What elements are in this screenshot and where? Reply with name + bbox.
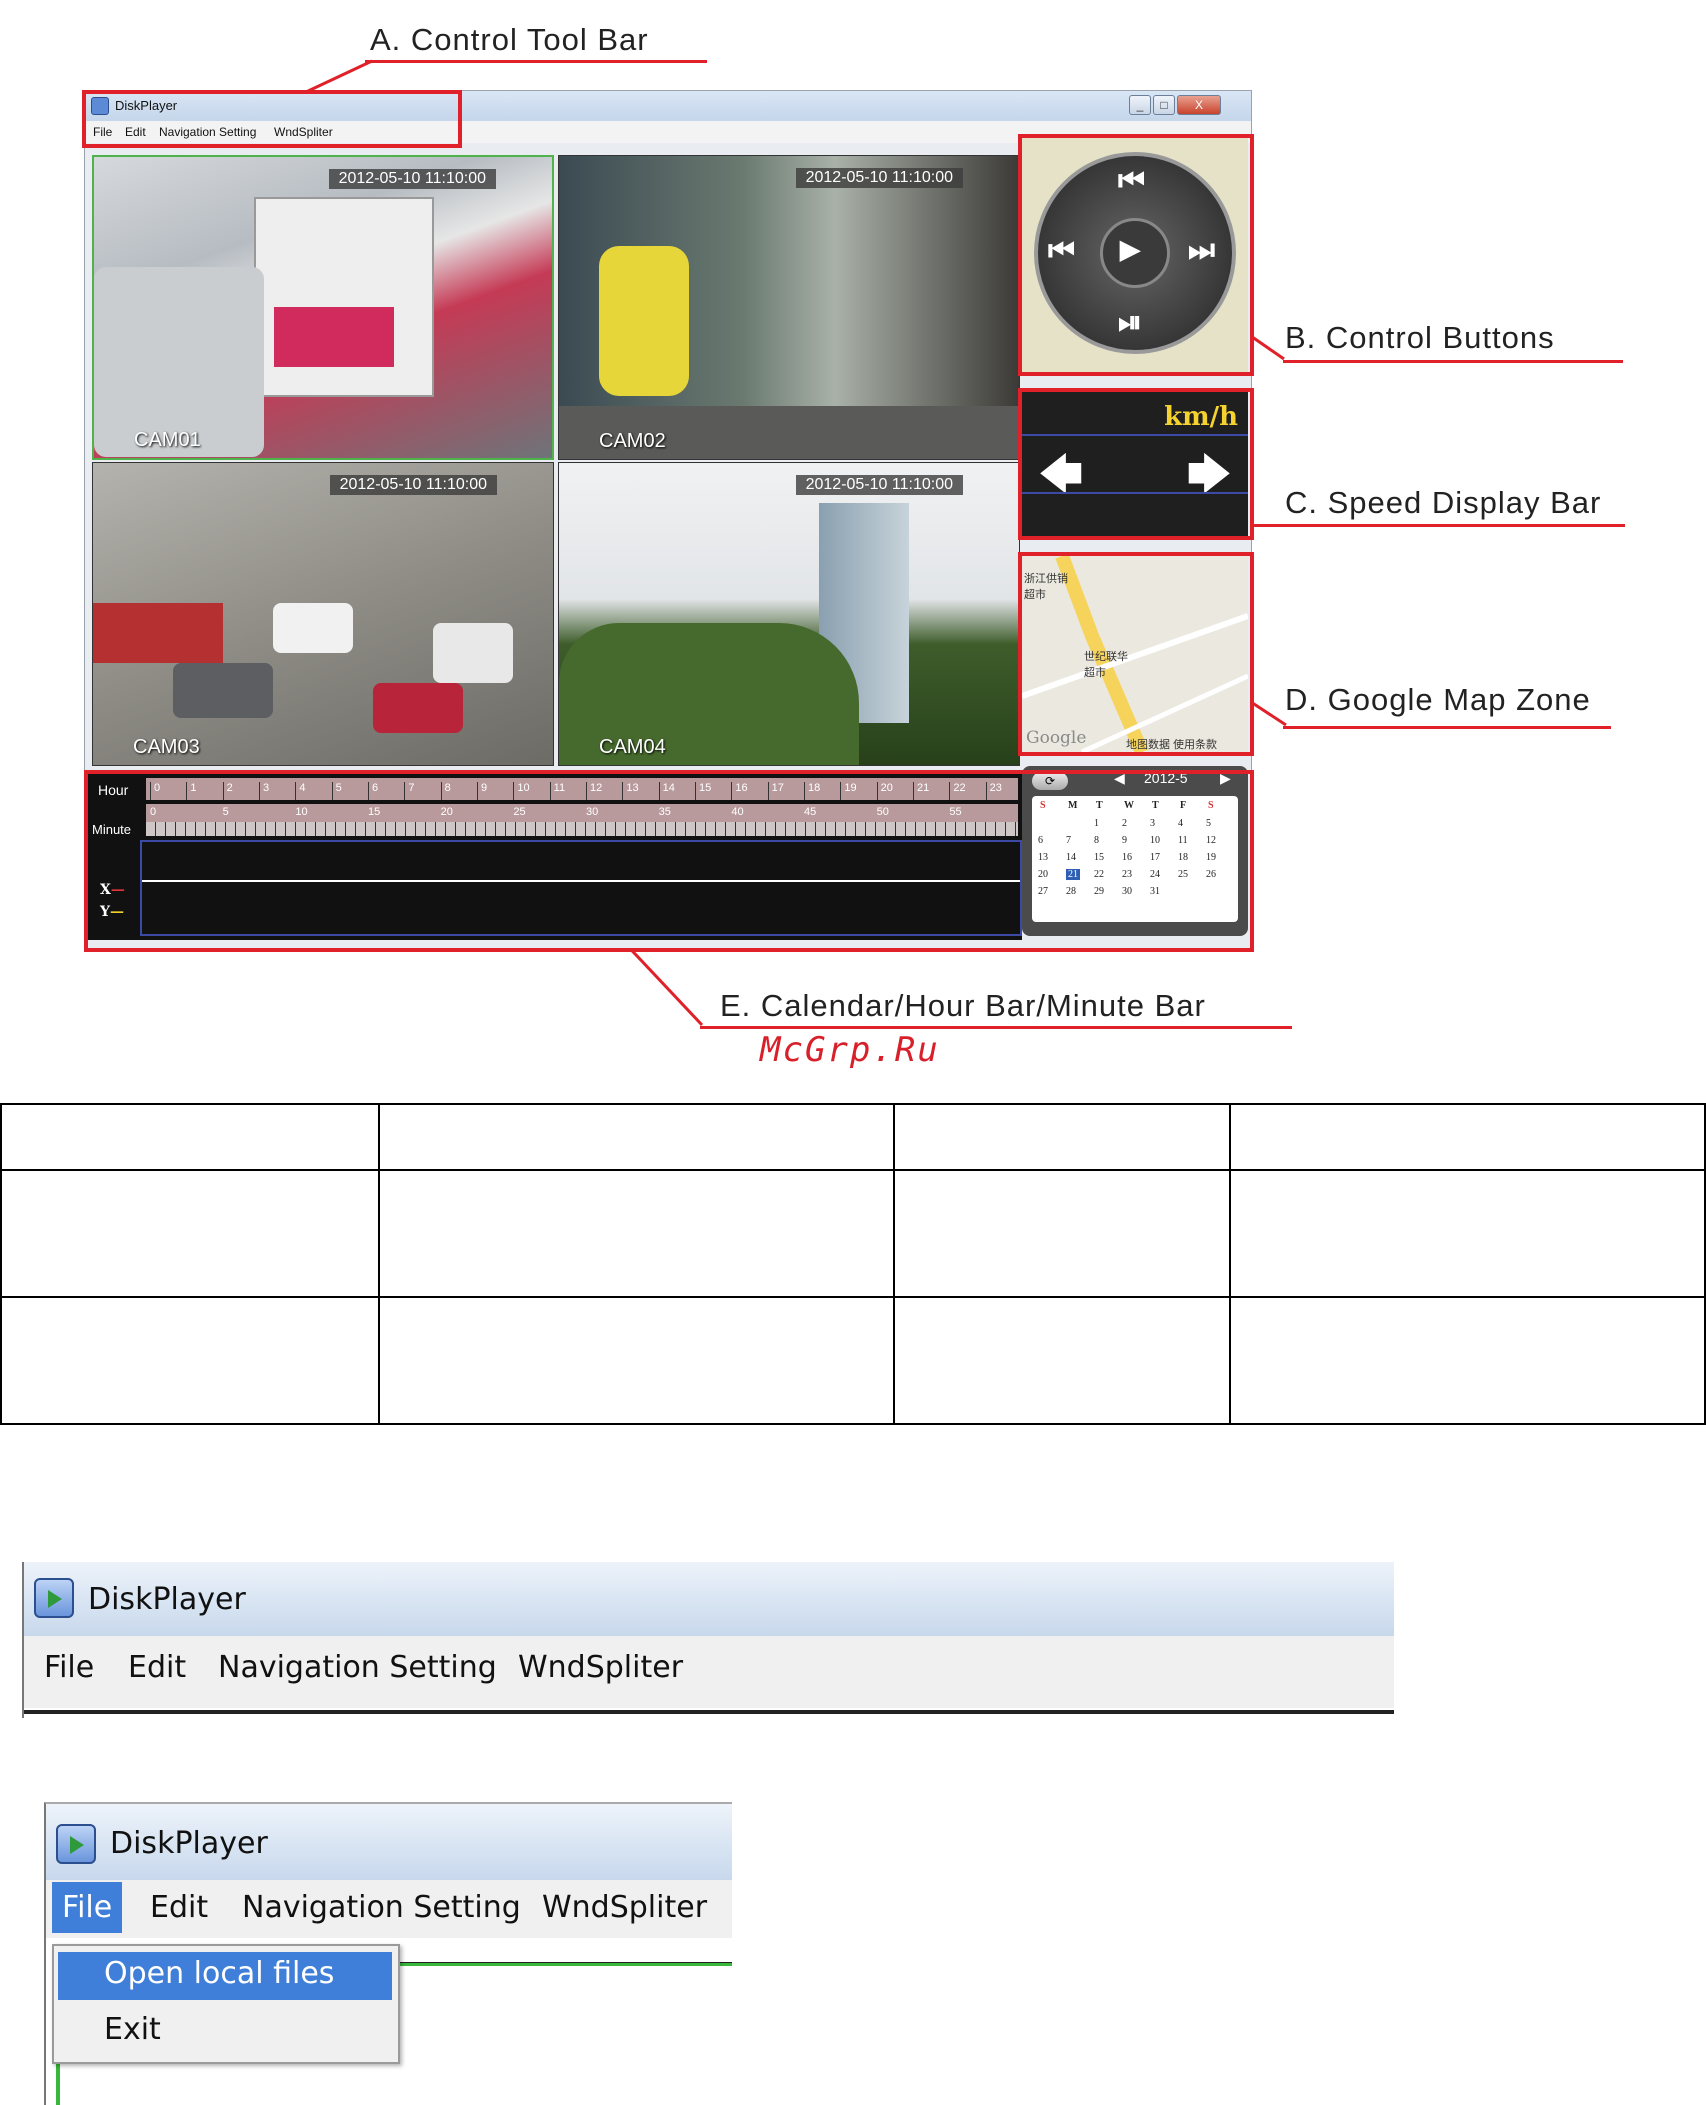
file-dropdown-menu: Open local files Exit: [52, 1944, 400, 2064]
passenger-shape: [599, 246, 689, 396]
camera-label-2: CAM02: [599, 430, 666, 452]
camera-view-4[interactable]: 2012-05-10 11:10:00 CAM04: [558, 462, 1020, 766]
menu-edit[interactable]: Edit: [128, 1650, 186, 1685]
zoom1-bottom-edge: [24, 1710, 1394, 1714]
table-cell: [378, 1296, 895, 1425]
camera-view-2[interactable]: 2012-05-10 11:10:00 CAM02: [558, 155, 1020, 460]
bus-shape: [254, 197, 434, 397]
table-cell: [0, 1103, 380, 1171]
menu-wndspliter[interactable]: WndSpliter: [518, 1650, 683, 1685]
highlight-box-d: [1018, 552, 1254, 756]
zoom2-titlebar: DiskPlayer: [46, 1804, 732, 1880]
menu-navigation-setting[interactable]: Navigation Setting: [242, 1890, 521, 1925]
menu-wndspliter[interactable]: WndSpliter: [542, 1890, 707, 1925]
minimize-button[interactable]: _: [1129, 95, 1151, 115]
close-button[interactable]: X: [1177, 95, 1221, 115]
zoom2-title: DiskPlayer: [110, 1826, 268, 1861]
zoomed-toolbar-1: DiskPlayer File Edit Navigation Setting …: [22, 1562, 1394, 1718]
maximize-button[interactable]: □: [1153, 95, 1175, 115]
callout-line-c: [1245, 524, 1625, 527]
table-cell: [893, 1169, 1231, 1298]
open-local-files-item[interactable]: Open local files: [58, 1952, 392, 2000]
highlight-box-a: [82, 90, 462, 148]
camera-label-1: CAM01: [134, 429, 201, 451]
callout-calendar-hour-minute-bar: E. Calendar/Hour Bar/Minute Bar: [720, 988, 1206, 1023]
table-cell: [1229, 1296, 1706, 1425]
callout-google-map-zone: D. Google Map Zone: [1285, 682, 1591, 717]
app-icon: [34, 1578, 74, 1618]
table-cell: [1229, 1103, 1706, 1171]
green-frame-line: [346, 1962, 732, 1966]
menu-navigation-setting[interactable]: Navigation Setting: [218, 1650, 497, 1685]
callout-line-b: [1283, 360, 1623, 363]
callout-line-a: [365, 60, 707, 63]
table-cell: [0, 1296, 380, 1425]
watermark: McGrp.Ru: [760, 1030, 940, 1070]
truck-shape: [93, 603, 223, 663]
camera-view-3[interactable]: 2012-05-10 11:10:00 CAM03: [92, 462, 554, 766]
exit-item[interactable]: Exit: [58, 2008, 392, 2056]
blank-table: [0, 1103, 1706, 1425]
highlight-box-c: [1018, 388, 1254, 540]
menu-file-active[interactable]: File: [52, 1882, 123, 1933]
callout-control-tool-bar: A. Control Tool Bar: [370, 22, 649, 57]
callout-line-d: [1283, 726, 1611, 729]
menu-edit[interactable]: Edit: [150, 1890, 208, 1925]
zoom1-menu-bar: File Edit Navigation Setting WndSpliter: [24, 1636, 1394, 1708]
car-shape-2: [433, 623, 513, 683]
table-cell: [0, 1169, 380, 1298]
table-cell: [378, 1103, 895, 1171]
car-shape-1: [273, 603, 353, 653]
app-icon: [56, 1824, 96, 1864]
camera-label-4: CAM04: [599, 736, 666, 758]
car-shape-3: [373, 683, 463, 733]
highlight-box-e: [84, 770, 1254, 952]
callout-control-buttons: B. Control Buttons: [1285, 320, 1555, 355]
highlight-box-b: [1018, 134, 1254, 376]
camera-timestamp-2: 2012-05-10 11:10:00: [795, 168, 963, 188]
zoom1-titlebar: DiskPlayer: [24, 1562, 1394, 1636]
zoom1-title: DiskPlayer: [88, 1582, 246, 1617]
callout-speed-display-bar: C. Speed Display Bar: [1285, 485, 1602, 520]
car-shape-4: [173, 663, 273, 718]
zoomed-toolbar-2: DiskPlayer File Edit Navigation Setting …: [44, 1802, 732, 2105]
camera-timestamp-1: 2012-05-10 11:10:00: [328, 169, 496, 189]
bus-ad: [274, 307, 394, 367]
camera-label-3: CAM03: [133, 736, 200, 758]
callout-line-e: [700, 1026, 1292, 1029]
table-cell: [1229, 1169, 1706, 1298]
menu-file[interactable]: File: [44, 1650, 94, 1685]
camera-view-1[interactable]: 2012-05-10 11:10:00 CAM01: [92, 155, 554, 460]
camera-timestamp-4: 2012-05-10 11:10:00: [795, 475, 963, 495]
table-cell: [893, 1103, 1231, 1171]
zoom2-menu-bar: File Edit Navigation Setting WndSpliter: [46, 1880, 732, 1938]
camera-timestamp-3: 2012-05-10 11:10:00: [329, 475, 497, 495]
table-cell: [378, 1169, 895, 1298]
table-cell: [893, 1296, 1231, 1425]
